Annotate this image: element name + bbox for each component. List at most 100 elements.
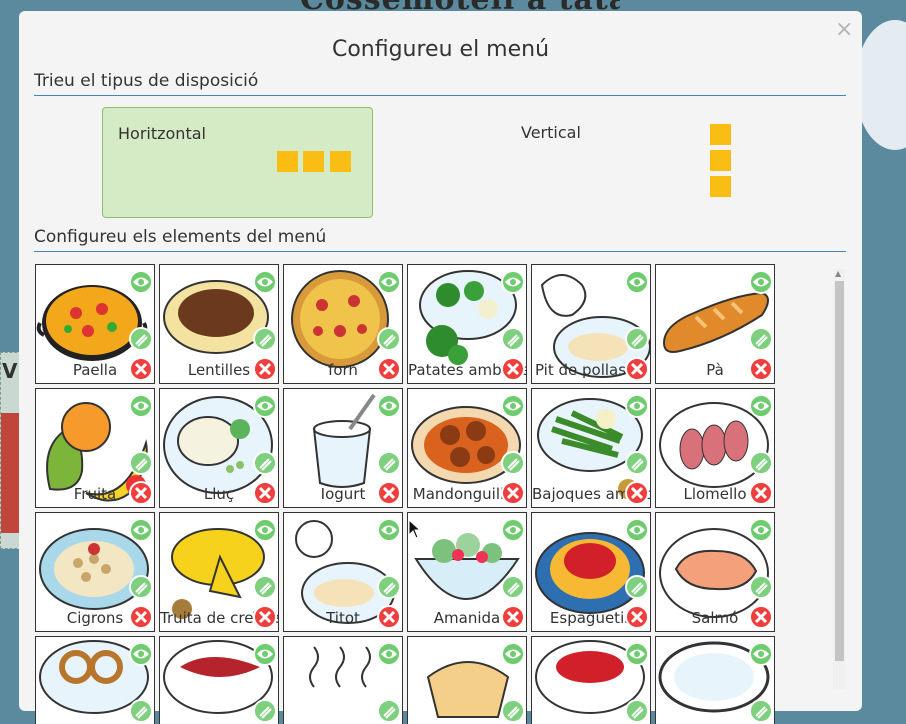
menu-item-tile[interactable] [283,636,403,724]
edit-icon[interactable] [625,699,649,723]
delete-icon[interactable] [625,481,649,505]
eye-icon[interactable] [749,642,773,666]
background-decoration [855,20,906,150]
eye-icon[interactable] [377,518,401,542]
edit-icon[interactable] [129,699,153,723]
eye-icon[interactable] [501,518,525,542]
scrollbar[interactable]: ▲ [833,269,845,689]
layout-option-horizontal[interactable]: Horitzontal [102,107,373,218]
menu-item-tile[interactable]: forn [283,264,403,384]
eye-icon[interactable] [129,642,153,666]
edit-icon[interactable] [501,451,525,475]
delete-icon[interactable] [625,357,649,381]
edit-icon[interactable] [253,699,277,723]
edit-icon[interactable] [377,327,401,351]
eye-icon[interactable] [625,270,649,294]
layout-option-vertical[interactable]: Vertical [506,107,775,216]
menu-item-tile[interactable]: Pit de pollastre [531,264,651,384]
edit-icon[interactable] [253,575,277,599]
menu-item-tile[interactable] [655,636,775,724]
eye-icon[interactable] [377,270,401,294]
edit-icon[interactable] [501,327,525,351]
menu-item-tile[interactable] [531,636,651,724]
delete-icon[interactable] [377,605,401,629]
eye-icon[interactable] [625,642,649,666]
edit-icon[interactable] [625,575,649,599]
scroll-up-icon[interactable]: ▲ [835,269,841,278]
edit-icon[interactable] [129,451,153,475]
eye-icon[interactable] [749,270,773,294]
edit-icon[interactable] [377,451,401,475]
eye-icon[interactable] [129,270,153,294]
eye-icon[interactable] [129,518,153,542]
delete-icon[interactable] [129,605,153,629]
menu-item-tile[interactable] [35,636,155,724]
delete-icon[interactable] [253,605,277,629]
edit-icon[interactable] [749,327,773,351]
eye-icon[interactable] [253,270,277,294]
menu-item-tile[interactable]: Titot [283,512,403,632]
menu-item-tile[interactable]: Espaguetis [531,512,651,632]
menu-item-tile[interactable] [159,636,279,724]
eye-icon[interactable] [625,394,649,418]
menu-item-tile[interactable] [407,636,527,724]
delete-icon[interactable] [253,357,277,381]
menu-item-tile[interactable]: Amanida [407,512,527,632]
eye-icon[interactable] [253,518,277,542]
delete-icon[interactable] [625,605,649,629]
delete-icon[interactable] [377,357,401,381]
delete-icon[interactable] [501,357,525,381]
edit-icon[interactable] [625,327,649,351]
delete-icon[interactable] [749,481,773,505]
delete-icon[interactable] [501,605,525,629]
delete-icon[interactable] [253,481,277,505]
edit-icon[interactable] [625,451,649,475]
eye-icon[interactable] [377,642,401,666]
edit-icon[interactable] [129,327,153,351]
edit-icon[interactable] [501,575,525,599]
delete-icon[interactable] [129,481,153,505]
edit-icon[interactable] [253,327,277,351]
edit-icon[interactable] [749,451,773,475]
edit-icon[interactable] [749,699,773,723]
menu-item-tile[interactable]: Truita de creïlles [159,512,279,632]
eye-icon[interactable] [253,642,277,666]
edit-icon[interactable] [749,575,773,599]
menu-item-tile[interactable]: Pà [655,264,775,384]
menu-item-tile[interactable]: Fruita [35,388,155,508]
eye-icon[interactable] [377,394,401,418]
menu-item-tile[interactable]: Patates amb creïlles [407,264,527,384]
eye-icon[interactable] [501,642,525,666]
menu-item-tile[interactable]: Lluç [159,388,279,508]
eye-icon[interactable] [625,518,649,542]
eye-icon[interactable] [253,394,277,418]
close-button[interactable]: × [835,17,853,42]
eye-icon[interactable] [749,518,773,542]
menu-item-tile[interactable]: Llomello [655,388,775,508]
menu-item-tile[interactable]: Lentilles [159,264,279,384]
eye-icon[interactable] [501,270,525,294]
menu-items-grid: PaellaLentillesfornPatates amb creïllesP… [35,264,835,724]
delete-icon[interactable] [749,357,773,381]
delete-icon[interactable] [749,605,773,629]
eye-icon[interactable] [501,394,525,418]
edit-icon[interactable] [377,699,401,723]
delete-icon[interactable] [129,357,153,381]
edit-icon[interactable] [129,575,153,599]
menu-item-tile[interactable]: Paella [35,264,155,384]
edit-icon[interactable] [501,699,525,723]
menu-item-tile[interactable]: Cigrons [35,512,155,632]
eye-icon[interactable] [129,394,153,418]
menu-item-tile[interactable]: Iogurt [283,388,403,508]
menu-item-tile[interactable]: Salmó [655,512,775,632]
layout-option-label: Horitzontal [118,124,206,143]
delete-icon[interactable] [377,481,401,505]
menu-item-tile[interactable]: Mandonguilles [407,388,527,508]
delete-icon[interactable] [501,481,525,505]
scrollbar-thumb[interactable] [835,281,844,661]
edit-icon[interactable] [253,451,277,475]
layout-option-label: Vertical [521,123,581,142]
menu-item-tile[interactable]: Bajoques amb creïlles [531,388,651,508]
edit-icon[interactable] [377,575,401,599]
eye-icon[interactable] [749,394,773,418]
